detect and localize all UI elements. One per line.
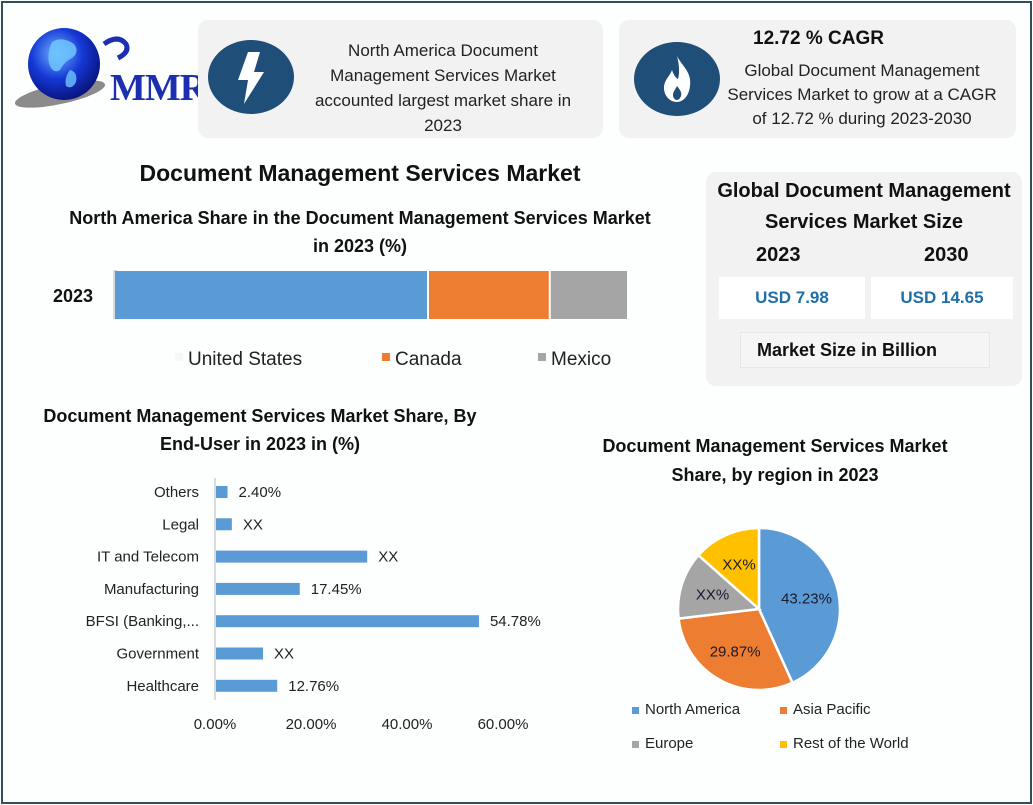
- category-label: BFSI (Banking,...: [86, 613, 199, 630]
- north-america-share-card: North America Document Management Servic…: [198, 20, 603, 138]
- x-tick-label: 40.00%: [382, 716, 433, 733]
- legend-label: Mexico: [551, 349, 611, 370]
- data-label: 17.45%: [311, 581, 362, 598]
- category-label: Healthcare: [126, 678, 199, 695]
- bar: [216, 518, 232, 531]
- legend-swatch: [632, 707, 639, 714]
- legend-label: North America: [645, 701, 741, 718]
- category-label: Legal: [162, 516, 199, 533]
- value-end: USD 14.65: [871, 277, 1013, 319]
- data-label: XX: [378, 549, 398, 566]
- legend-label: Rest of the World: [793, 735, 909, 752]
- pie-data-label: 29.87%: [710, 643, 761, 660]
- logo-text: MMR: [110, 67, 207, 109]
- x-tick-label: 60.00%: [478, 716, 529, 733]
- value-start: USD 7.98: [719, 277, 865, 319]
- data-label: 2.40%: [239, 484, 282, 501]
- legend-swatch: [632, 741, 639, 748]
- data-label: XX: [274, 646, 294, 663]
- legend-label: Asia Pacific: [793, 701, 871, 718]
- market-size-panel: Global Document Management Services Mark…: [706, 172, 1022, 386]
- year-end: 2030: [924, 244, 969, 266]
- end-user-bar-chart: Others Legal IT and Telecom Manufacturing BF…: [86, 478, 541, 733]
- lightning-icon: [208, 40, 294, 114]
- legend-swatch: [780, 741, 787, 748]
- end-user-chart-title: Document Management Services Market Shar…: [43, 406, 477, 454]
- cagr-title: 12.72 % CAGR: [753, 28, 884, 49]
- north-america-stacked-bar-chart: 2023 United States Canada Mexico: [53, 270, 627, 370]
- data-label: XX: [243, 516, 263, 533]
- pie-data-label: XX%: [696, 586, 729, 603]
- market-size-unit: Market Size in Billion: [740, 332, 990, 368]
- stacked-bar-segment-canada: [428, 271, 549, 319]
- bar: [216, 647, 264, 660]
- legend-label: Europe: [645, 735, 693, 752]
- flame-icon: [634, 42, 720, 116]
- north-america-chart-title: North America Share in the Document Mana…: [69, 208, 651, 256]
- bar: [216, 486, 228, 498]
- year-start: 2023: [756, 244, 801, 266]
- legend-label: United States: [188, 349, 302, 370]
- bar: [216, 550, 368, 563]
- bar: [216, 679, 278, 692]
- category-label: Others: [154, 484, 199, 501]
- legend-swatch: [780, 707, 787, 714]
- region-pie-chart: 43.23% 29.87% XX% XX% North America Asia Pac…: [632, 526, 909, 752]
- x-tick-label: 0.00%: [194, 716, 237, 733]
- category-label: 2023: [53, 286, 93, 306]
- legend-swatch: [382, 353, 390, 361]
- legend-label: Canada: [395, 349, 462, 370]
- cagr-text: Global Document Management Services Mark…: [727, 61, 997, 128]
- north-america-share-text: North America Document Management Servic…: [314, 41, 572, 134]
- mmr-logo: MMR: [12, 22, 207, 112]
- x-tick-label: 20.00%: [286, 716, 337, 733]
- category-label: IT and Telecom: [97, 549, 199, 566]
- region-chart-title: Document Management Services Market Shar…: [602, 436, 948, 485]
- stacked-bar-segment-united-states: [115, 271, 427, 319]
- market-size-title: Global Document Management Services Mark…: [717, 180, 1011, 233]
- stacked-bar-segment-mexico: [550, 271, 627, 319]
- legend-swatch: [175, 353, 183, 361]
- bar: [216, 615, 479, 628]
- category-label: Manufacturing: [104, 581, 199, 598]
- cagr-card: 12.72 % CAGR Global Document Management …: [619, 20, 1016, 138]
- bar: [216, 582, 300, 595]
- main-title: Document Management Services Market: [139, 160, 581, 186]
- data-label: 12.76%: [288, 678, 339, 695]
- legend-swatch: [538, 353, 546, 361]
- pie-data-label: 43.23%: [781, 591, 832, 608]
- pie-data-label: XX%: [722, 557, 755, 574]
- data-label: 54.78%: [490, 613, 541, 630]
- category-label: Government: [116, 646, 199, 663]
